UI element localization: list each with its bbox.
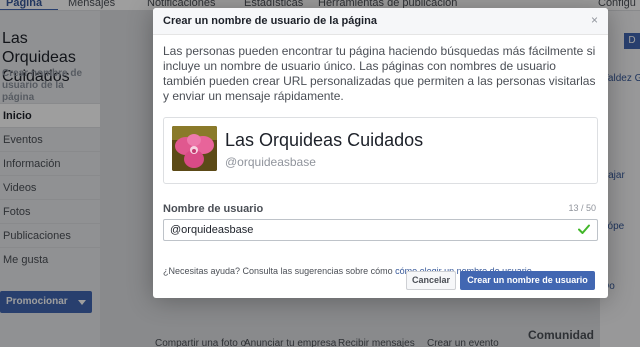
close-icon[interactable]: × — [591, 14, 598, 26]
username-field-label: Nombre de usuario — [163, 203, 264, 215]
username-input[interactable] — [163, 219, 598, 241]
help-prefix: ¿Necesitas ayuda? Consulta las sugerenci… — [163, 266, 396, 276]
checkmark-icon — [578, 224, 590, 234]
dialog-header: Crear un nombre de usuario de la página … — [153, 8, 608, 35]
char-counter: 13 / 50 — [568, 203, 596, 213]
preview-username: @orquideasbase — [225, 155, 316, 169]
create-username-dialog: Crear un nombre de usuario de la página … — [153, 8, 608, 298]
preview-page-name: Las Orquideas Cuidados — [225, 130, 424, 150]
page-preview-card: Las Orquideas Cuidados @orquideasbase — [163, 117, 598, 184]
create-username-button[interactable]: Crear un nombre de usuario — [460, 271, 595, 290]
cancel-button[interactable]: Cancelar — [406, 271, 456, 290]
dialog-intro-text: Las personas pueden encontrar tu página … — [163, 44, 596, 103]
orchid-profile-photo — [172, 126, 217, 171]
dialog-title: Crear un nombre de usuario de la página — [163, 15, 377, 27]
